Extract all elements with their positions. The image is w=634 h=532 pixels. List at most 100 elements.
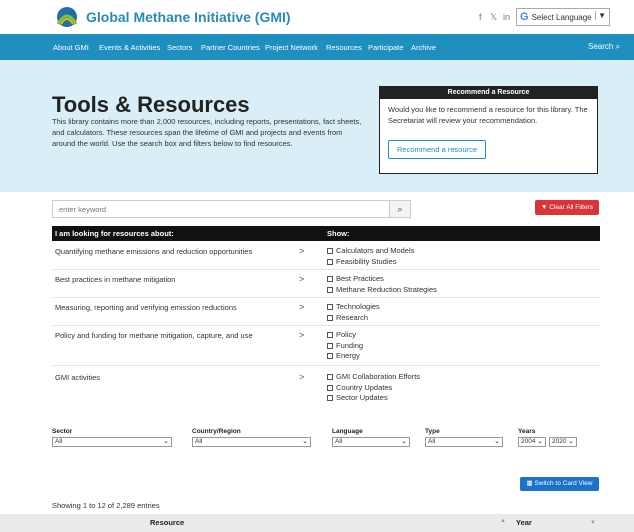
sort-icon[interactable]: ▼ <box>590 520 596 526</box>
checkbox[interactable] <box>327 248 333 255</box>
year-to-select[interactable]: 2020 ⌄ <box>549 437 577 447</box>
filter-row: Policy and funding for methane mitigatio… <box>52 326 600 366</box>
nav-sectors[interactable]: Sectors <box>167 43 192 52</box>
option-label: Energy <box>336 351 360 360</box>
filter-option[interactable]: Methane Reduction Strategies <box>327 285 437 296</box>
nav-resources[interactable]: Resources <box>326 43 362 52</box>
language-select[interactable]: G Select Language ▼ <box>516 8 610 26</box>
country-select[interactable]: All ⌄ <box>192 437 311 447</box>
search-button[interactable]: ⌕ <box>389 200 411 218</box>
checkbox[interactable] <box>327 395 333 402</box>
checkbox[interactable] <box>327 304 333 311</box>
clear-filters-button[interactable]: ▼ Clear All Filters <box>535 200 599 215</box>
filter-option[interactable]: Policy <box>327 330 363 341</box>
filter-option[interactable]: Technologies <box>327 302 380 313</box>
country-label: Country/Region <box>192 428 241 435</box>
nav-about[interactable]: About GMI <box>53 43 89 52</box>
sort-icon[interactable]: ▲ <box>500 518 506 524</box>
nav-events[interactable]: Events & Activities <box>99 43 160 52</box>
filter-option[interactable]: Calculators and Models <box>327 246 414 257</box>
filter-option[interactable]: GMI Collaboration Efforts <box>327 372 420 383</box>
filter-topic[interactable]: Measuring, reporting and verifying emiss… <box>55 303 237 312</box>
filter-option[interactable]: Energy <box>327 351 363 362</box>
nav-participate[interactable]: Participate <box>368 43 403 52</box>
option-label: GMI Collaboration Efforts <box>336 372 421 381</box>
checkbox[interactable] <box>327 286 333 293</box>
twitter-icon[interactable]: 𝕏 <box>490 12 497 23</box>
option-label: Best Practices <box>336 274 384 283</box>
chevron-right-icon[interactable]: > <box>299 330 304 340</box>
entries-count: Showing 1 to 12 of 2,289 entries <box>52 501 160 510</box>
checkbox[interactable] <box>327 276 333 283</box>
chevron-down-icon: ⌄ <box>537 438 543 445</box>
main-nav: About GMI Events & Activities Sectors Pa… <box>0 34 634 60</box>
logo-text: Global Methane Initiative (GMI) <box>86 9 291 25</box>
years-label: Years <box>518 428 536 435</box>
search-icon: ⌕ <box>397 204 403 214</box>
nav-archive[interactable]: Archive <box>411 43 436 52</box>
filter-option[interactable]: Feasibility Studies <box>327 257 414 268</box>
recommend-button[interactable]: Recommend a resource <box>388 140 487 159</box>
checkbox[interactable] <box>327 332 333 339</box>
filter-topic[interactable]: GMI activities <box>55 373 100 382</box>
language-label: Select Language <box>531 12 592 22</box>
filter-option[interactable]: Funding <box>327 341 363 352</box>
checkbox[interactable] <box>327 342 333 349</box>
chevron-right-icon[interactable]: > <box>299 274 304 284</box>
site-logo[interactable]: Global Methane Initiative (GMI) <box>54 6 291 28</box>
type-select[interactable]: All ⌄ <box>425 437 503 447</box>
language-filter-select[interactable]: All ⌄ <box>332 437 410 447</box>
sector-label: Sector <box>52 428 73 435</box>
card-view-label: Switch to Card View <box>534 480 593 487</box>
filter-topic[interactable]: Best practices in methane mitigation <box>55 275 175 284</box>
option-label: Sector Updates <box>336 393 388 402</box>
checkbox[interactable] <box>327 353 333 360</box>
year-from-select[interactable]: 2004 ⌄ <box>518 437 546 447</box>
chevron-down-icon: ⌄ <box>401 438 407 445</box>
sector-select[interactable]: All ⌄ <box>52 437 172 447</box>
column-resource[interactable]: Resource <box>150 518 184 527</box>
checkbox[interactable] <box>327 258 333 265</box>
google-icon: G <box>520 11 529 23</box>
type-value: All <box>428 438 436 445</box>
page-description: This library contains more than 2,000 re… <box>52 117 362 148</box>
filter-row: Best practices in methane mitigation > B… <box>52 270 600 298</box>
show-heading: Show: <box>327 229 350 238</box>
filter-option[interactable]: Research <box>327 313 380 324</box>
chevron-right-icon[interactable]: > <box>299 246 304 256</box>
filter-option[interactable]: Country Updates <box>327 383 420 394</box>
filter-row: GMI activities > GMI Collaboration Effor… <box>52 368 600 410</box>
option-label: Methane Reduction Strategies <box>336 284 437 294</box>
grid-icon: ▦ <box>526 480 533 487</box>
filter-topic[interactable]: Quantifying methane emissions and reduct… <box>55 247 252 256</box>
chevron-right-icon[interactable]: > <box>299 372 304 382</box>
nav-search-label: Search <box>588 42 614 51</box>
country-value: All <box>195 438 203 445</box>
year-from-value: 2004 <box>521 438 536 445</box>
recommend-box: Recommend a Resource Would you like to r… <box>379 86 598 174</box>
page-title: Tools & Resources <box>52 92 250 117</box>
nav-search[interactable]: Search ⌕ <box>588 42 620 52</box>
language-filter-label: Language <box>332 428 363 435</box>
sector-value: All <box>55 438 63 445</box>
filter-option[interactable]: Sector Updates <box>327 393 420 404</box>
chevron-down-icon: ⌄ <box>494 438 500 445</box>
option-label: Funding <box>336 340 364 350</box>
chevron-down-icon: ⌄ <box>163 438 169 445</box>
checkbox[interactable] <box>327 314 333 321</box>
facebook-icon[interactable]: f <box>479 12 482 22</box>
linkedin-icon[interactable]: in <box>503 12 510 22</box>
nav-project-network[interactable]: Project Network <box>265 43 318 52</box>
filter-topic[interactable]: Policy and funding for methane mitigatio… <box>55 331 253 340</box>
nav-partner-countries[interactable]: Partner Countries <box>201 43 260 52</box>
filter-row: Quantifying methane emissions and reduct… <box>52 242 600 270</box>
checkbox[interactable] <box>327 384 333 391</box>
card-view-button[interactable]: ▦ Switch to Card View <box>520 477 599 491</box>
checkbox[interactable] <box>327 374 333 381</box>
chevron-right-icon[interactable]: > <box>299 302 304 312</box>
keyword-search-input[interactable] <box>52 200 390 218</box>
filter-option[interactable]: Best Practices <box>327 274 437 285</box>
chevron-down-icon: ▼ <box>595 11 606 20</box>
column-year[interactable]: Year <box>516 518 532 527</box>
option-label: Calculators and Models <box>336 246 415 255</box>
